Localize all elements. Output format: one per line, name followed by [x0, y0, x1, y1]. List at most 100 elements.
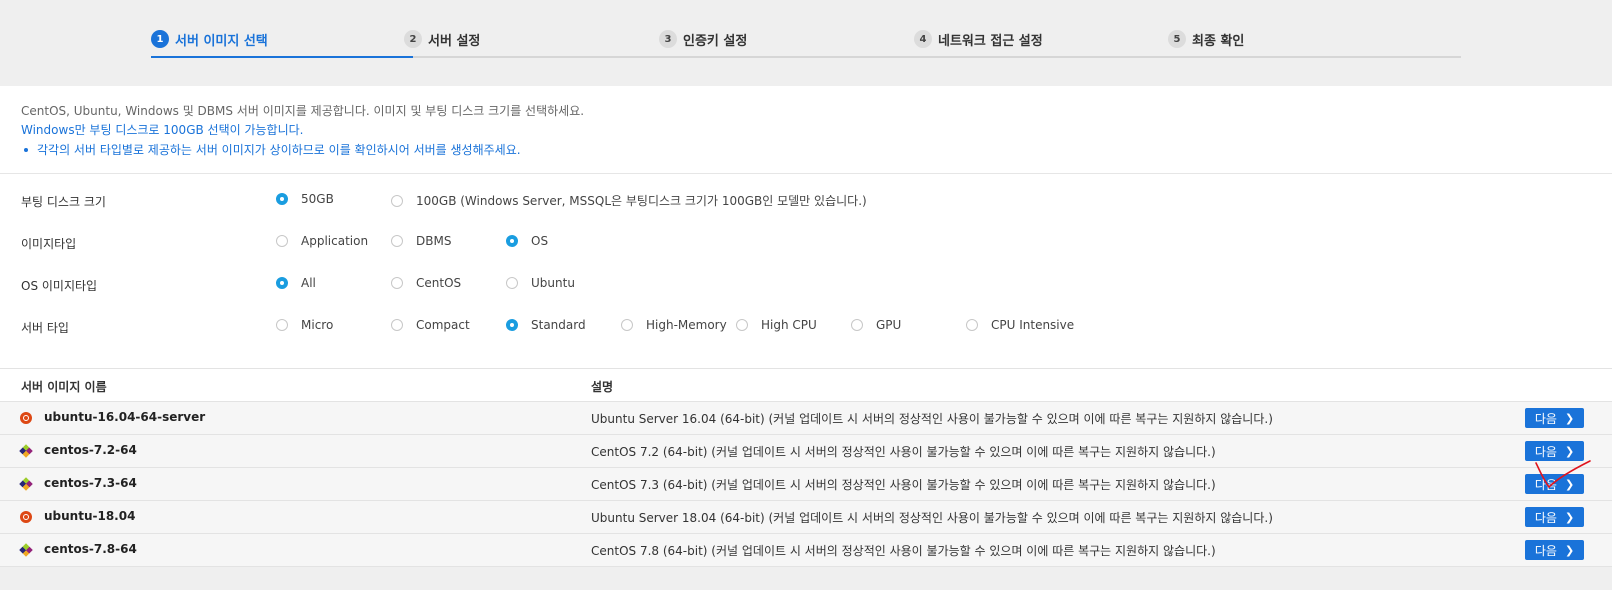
- next-button-label: 다음: [1534, 510, 1557, 525]
- next-button[interactable]: 다음 ❯: [1525, 408, 1584, 428]
- radio-server-compact[interactable]: Compact: [391, 318, 470, 332]
- radio-label: 100GB (Windows Server, MSSQL은 부팅디스크 크기가 …: [416, 194, 867, 208]
- table-row: ubuntu-18.04 Ubuntu Server 18.04 (64-bit…: [0, 501, 1612, 534]
- step-network-access[interactable]: 4 네트워크 접근 설정: [914, 27, 1043, 51]
- step-auth-key[interactable]: 3 인증키 설정: [659, 27, 747, 51]
- radio-label: High-Memory: [646, 318, 727, 332]
- step-number: 5: [1168, 30, 1186, 48]
- next-button[interactable]: 다음 ❯: [1525, 540, 1584, 560]
- active-step-indicator: [151, 56, 413, 58]
- radio-circle: [851, 319, 863, 331]
- step-label: 서버 이미지 선택: [175, 33, 268, 49]
- next-button-label: 다음: [1534, 543, 1557, 558]
- radio-server-high-cpu[interactable]: High CPU: [736, 318, 817, 332]
- radio-circle: [276, 193, 288, 205]
- notice-line-3: 각각의 서버 타입별로 제공하는 서버 이미지가 상이하므로 이를 확인하시어 …: [21, 141, 521, 158]
- radio-circle: [391, 194, 403, 207]
- notice-line-3-text: 각각의 서버 타입별로 제공하는 서버 이미지가 상이하므로 이를 확인하시어 …: [37, 143, 521, 157]
- radio-circle: [276, 319, 288, 331]
- centos-icon: [19, 444, 33, 458]
- radio-label: Compact: [416, 318, 470, 332]
- next-button[interactable]: 다음 ❯: [1525, 474, 1584, 494]
- step-select-image[interactable]: 1 서버 이미지 선택: [151, 27, 268, 51]
- radio-label: 50GB: [301, 192, 334, 206]
- radio-circle: [506, 277, 518, 289]
- chevron-right-icon: ❯: [1564, 477, 1575, 491]
- radio-label: Ubuntu: [531, 276, 575, 290]
- table-row: centos-7.2-64 CentOS 7.2 (64-bit) (커널 업데…: [0, 435, 1612, 468]
- server-type-label: 서버 타입: [21, 321, 69, 335]
- table-row: centos-7.3-64 CentOS 7.3 (64-bit) (커널 업데…: [0, 468, 1612, 501]
- boot-disk-label: 부팅 디스크 크기: [21, 195, 106, 209]
- chevron-right-icon: ❯: [1564, 411, 1575, 425]
- boot-disk-row: 부팅 디스크 크기 50GB 100GB (Windows Server, MS…: [0, 180, 1612, 220]
- radio-circle: [391, 277, 403, 289]
- radio-label: DBMS: [416, 234, 452, 248]
- radio-os-centos[interactable]: CentOS: [391, 276, 461, 290]
- radio-circle: [506, 235, 518, 247]
- radio-boot-50gb[interactable]: 50GB: [276, 192, 334, 206]
- table-header: 서버 이미지 이름 설명: [0, 368, 1612, 402]
- radio-label: All: [301, 276, 316, 290]
- chevron-right-icon: ❯: [1564, 444, 1575, 458]
- image-name: ubuntu-18.04: [44, 509, 136, 523]
- radio-label: Application: [301, 234, 369, 248]
- radio-image-dbms[interactable]: DBMS: [391, 234, 451, 248]
- image-type-row: 이미지타입 Application DBMS OS: [0, 222, 1612, 262]
- radio-label: OS: [531, 234, 549, 248]
- step-server-settings[interactable]: 2 서버 설정: [404, 27, 480, 51]
- radio-label: GPU: [876, 318, 902, 332]
- radio-server-micro[interactable]: Micro: [276, 318, 333, 332]
- image-name: centos-7.8-64: [44, 542, 137, 556]
- os-image-type-label: OS 이미지타입: [21, 279, 98, 293]
- next-button[interactable]: 다음 ❯: [1525, 507, 1584, 527]
- chevron-right-icon: ❯: [1564, 543, 1575, 557]
- radio-label: CPU Intensive: [991, 318, 1075, 332]
- radio-circle: [736, 319, 748, 331]
- radio-boot-100gb[interactable]: 100GB (Windows Server, MSSQL은 부팅디스크 크기가 …: [391, 192, 867, 209]
- image-description: Ubuntu Server 18.04 (64-bit) (커널 업데이트 시 …: [591, 511, 1273, 525]
- radio-server-gpu[interactable]: GPU: [851, 318, 901, 332]
- radio-label: High CPU: [761, 318, 817, 332]
- server-type-row: 서버 타입 Micro Compact Standard High-Memory…: [0, 306, 1612, 346]
- next-button[interactable]: 다음 ❯: [1525, 441, 1584, 461]
- os-image-type-row: OS 이미지타입 All CentOS Ubuntu: [0, 264, 1612, 304]
- image-description: CentOS 7.3 (64-bit) (커널 업데이트 시 서버의 정상적인 …: [591, 478, 1216, 492]
- next-button-label: 다음: [1534, 411, 1557, 426]
- radio-image-application[interactable]: Application: [276, 234, 368, 248]
- radio-circle: [391, 235, 403, 247]
- radio-server-cpu-intensive[interactable]: CPU Intensive: [966, 318, 1074, 332]
- column-header-name: 서버 이미지 이름: [21, 380, 107, 394]
- radio-label: Micro: [301, 318, 334, 332]
- centos-icon: [19, 477, 33, 491]
- notice-box: CentOS, Ubuntu, Windows 및 DBMS 서버 이미지를 제…: [0, 86, 1612, 174]
- image-name: centos-7.3-64: [44, 476, 137, 490]
- radio-os-ubuntu[interactable]: Ubuntu: [506, 276, 575, 290]
- radio-circle: [276, 277, 288, 289]
- next-button-label: 다음: [1534, 477, 1557, 492]
- radio-label: CentOS: [416, 276, 462, 290]
- radio-circle: [391, 319, 403, 331]
- ubuntu-icon: [20, 511, 32, 523]
- step-label: 최종 확인: [1192, 33, 1245, 49]
- radio-circle: [966, 319, 978, 331]
- step-number: 2: [404, 30, 422, 48]
- radio-image-os[interactable]: OS: [506, 234, 548, 248]
- radio-circle: [276, 235, 288, 247]
- radio-os-all[interactable]: All: [276, 276, 316, 290]
- image-description: Ubuntu Server 16.04 (64-bit) (커널 업데이트 시 …: [591, 412, 1273, 426]
- image-type-label: 이미지타입: [21, 237, 77, 251]
- step-label: 네트워크 접근 설정: [938, 33, 1043, 49]
- step-number: 1: [151, 30, 169, 48]
- chevron-right-icon: ❯: [1564, 510, 1575, 524]
- bullet-icon: [24, 148, 28, 152]
- step-number: 4: [914, 30, 932, 48]
- step-label: 서버 설정: [428, 33, 481, 49]
- radio-server-standard[interactable]: Standard: [506, 318, 586, 332]
- notice-line-2: Windows만 부팅 디스크로 100GB 선택이 가능합니다.: [21, 123, 304, 137]
- notice-line-1: CentOS, Ubuntu, Windows 및 DBMS 서버 이미지를 제…: [21, 104, 585, 118]
- step-final-confirm[interactable]: 5 최종 확인: [1168, 27, 1244, 51]
- table-row: centos-7.8-64 CentOS 7.8 (64-bit) (커널 업데…: [0, 534, 1612, 567]
- radio-label: Standard: [531, 318, 586, 332]
- radio-server-high-memory[interactable]: High-Memory: [621, 318, 727, 332]
